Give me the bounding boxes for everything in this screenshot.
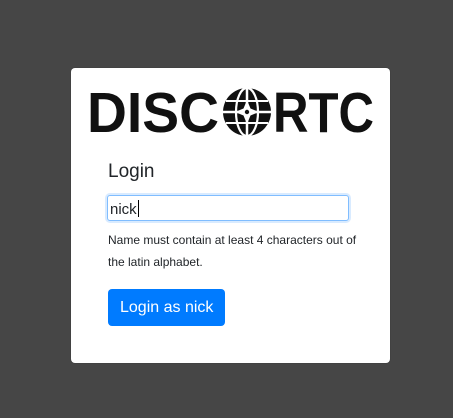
logo-text-right: RTC [273,86,374,138]
logo-graphic: DISC RTC [87,86,374,138]
globe-compass-icon [223,86,271,138]
name-input[interactable] [107,195,349,221]
name-help-text: Name must contain at least 4 characters … [108,233,357,269]
login-button[interactable]: Login as nick [108,289,226,326]
text-cursor [138,200,139,217]
discortc-logo: DISC RTC [87,86,375,138]
login-heading: Login [108,161,155,182]
logo-text-left: DISC [87,86,219,138]
login-card: DISC RTC Login Name must contain at leas… [71,68,390,363]
